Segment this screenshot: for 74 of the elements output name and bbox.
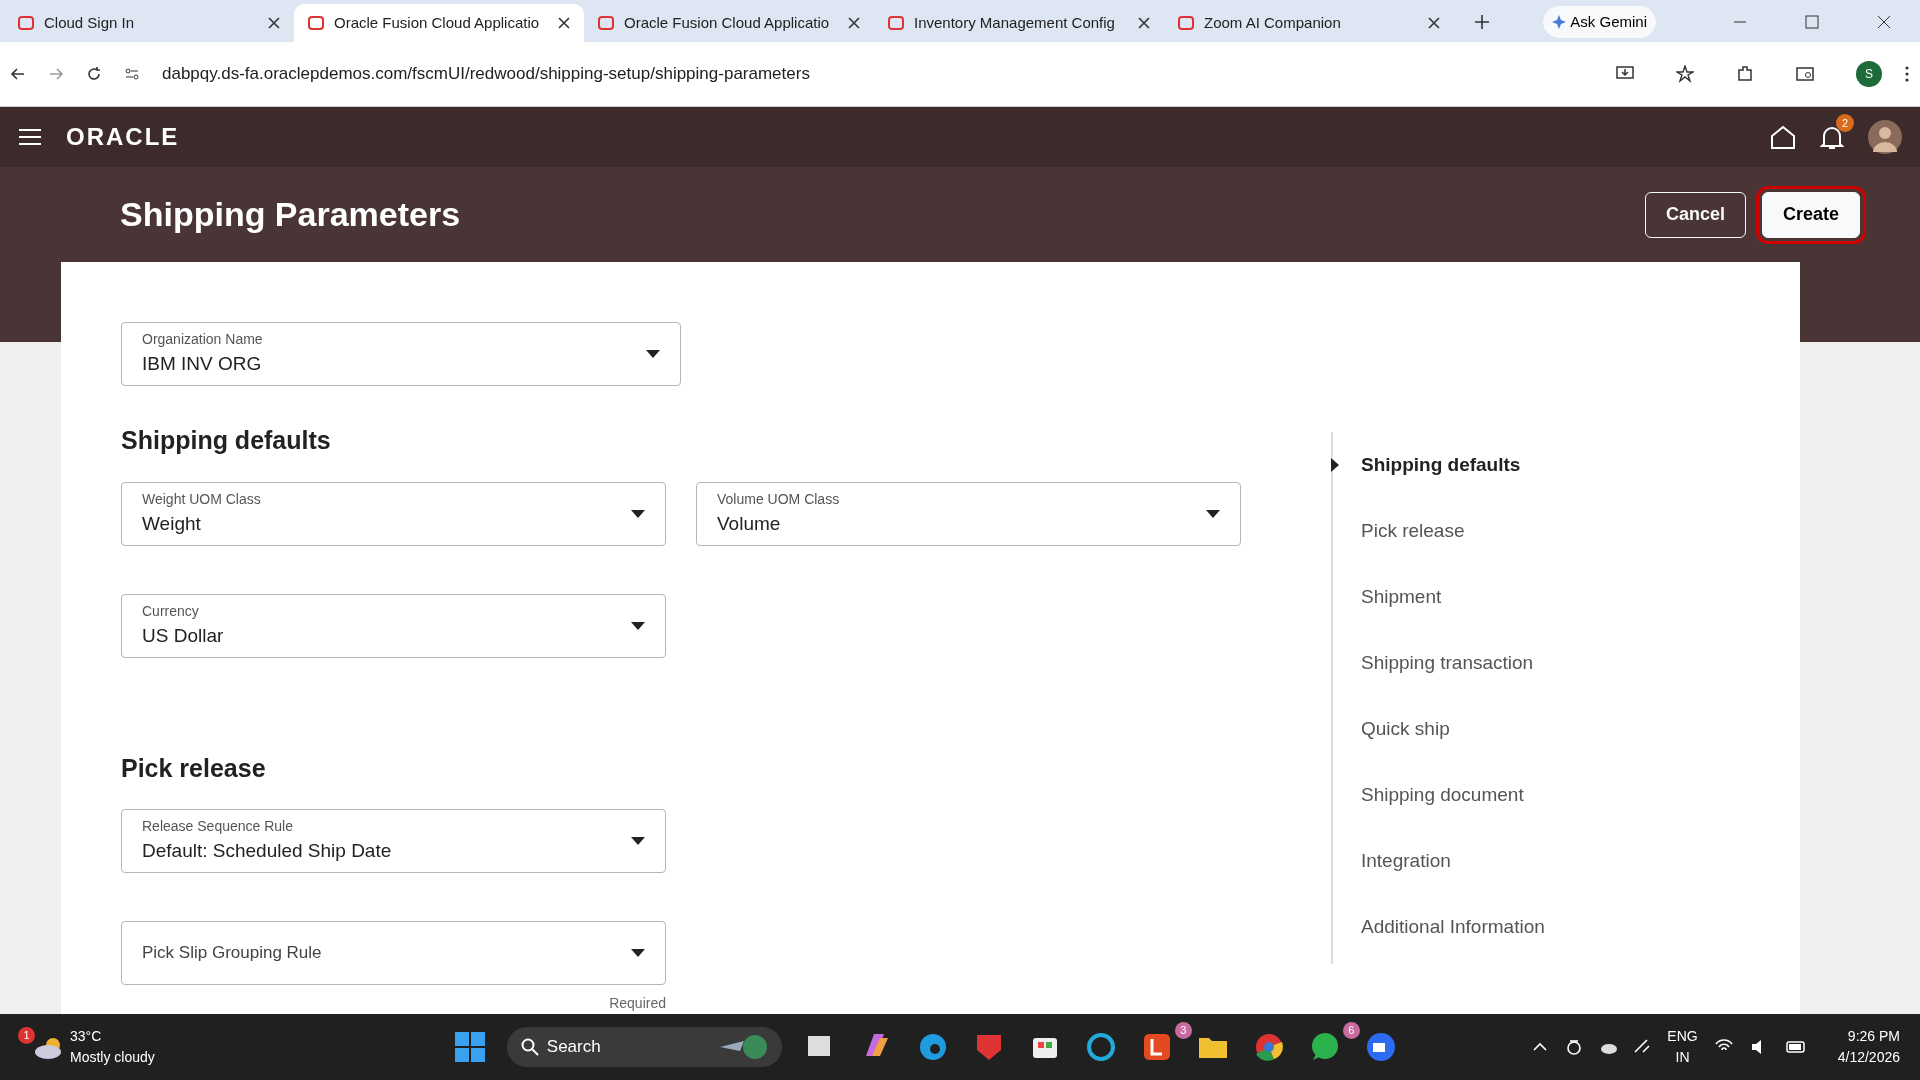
close-icon[interactable] [1428, 17, 1440, 29]
browser-tab[interactable]: Oracle Fusion Cloud Applicatio [584, 4, 874, 42]
site-settings-icon[interactable] [124, 66, 140, 82]
tab-favicon-icon [18, 15, 34, 31]
temperature-text: 33°C [70, 1027, 103, 1046]
tab-favicon-icon [308, 15, 324, 31]
browser-tab[interactable]: Oracle Fusion Cloud Applicatio [294, 4, 584, 42]
user-avatar[interactable] [1868, 120, 1902, 154]
gemini-button[interactable]: Ask Gemini [1543, 5, 1656, 38]
section-nav-link[interactable]: Pick release [1361, 498, 1545, 564]
dropdown-caret-icon [1206, 509, 1220, 518]
section-heading: Shipping defaults [121, 425, 332, 456]
language-indicator[interactable]: ENG IN [1667, 1026, 1698, 1068]
section-nav-link[interactable]: Quick ship [1361, 696, 1545, 762]
section-heading: Pick release [121, 752, 267, 784]
profile-avatar[interactable]: S [1856, 61, 1882, 87]
dropdown-caret-icon [631, 621, 645, 630]
section-nav-link[interactable]: Shipment [1361, 564, 1545, 630]
url-text[interactable]: dabpqy.ds-fa.oraclepdemos.com/fscmUI/redwood/shipping-setup/shipping-parameters [162, 61, 1574, 87]
tab-favicon-icon [598, 15, 614, 31]
browser-tab[interactable]: Cloud Sign In [4, 4, 294, 42]
start-icon[interactable] [454, 1032, 485, 1062]
sync-icon[interactable] [1565, 1038, 1584, 1056]
select-field[interactable]: Organization Name IBM INV ORG [121, 322, 681, 386]
select-field[interactable]: Volume UOM Class Volume [696, 481, 1241, 546]
app-badge: 3 [1174, 1022, 1192, 1039]
weather-badge: 1 [18, 1027, 35, 1044]
clock[interactable]: 9:26 PM 4/12/2026 [1837, 1026, 1900, 1068]
section-nav-link[interactable]: Integration [1361, 828, 1545, 894]
section-nav-link[interactable]: Shipping defaults [1361, 432, 1545, 498]
menu-icon[interactable] [18, 127, 42, 147]
dropdown-caret-icon [631, 509, 645, 518]
select-field[interactable]: Currency US Dollar [121, 593, 666, 658]
browser-tab[interactable]: Inventory Management Config [874, 4, 1164, 42]
weather-text: Mostly cloudy [70, 1048, 155, 1067]
forward-icon[interactable] [48, 66, 64, 82]
close-icon[interactable] [558, 17, 570, 29]
search-field[interactable]: Search [506, 1027, 782, 1067]
close-icon[interactable] [1876, 14, 1892, 30]
section-nav-link[interactable]: Additional Information [1361, 894, 1545, 960]
close-icon[interactable] [848, 17, 860, 29]
close-icon[interactable] [1138, 17, 1150, 29]
section-nav-link[interactable]: Shipping document [1361, 762, 1545, 828]
dropdown-caret-icon [631, 837, 645, 845]
dropdown-caret-icon [646, 350, 660, 358]
weather-icon [34, 1035, 62, 1060]
new-tab-icon[interactable] [1474, 14, 1490, 30]
selected-arrow-icon [1331, 458, 1339, 472]
maximize-icon[interactable] [1804, 14, 1820, 30]
select-field[interactable]: Weight UOM Class Weight [121, 481, 666, 546]
browser-tab[interactable]: Zoom AI Companion [1164, 4, 1454, 42]
bell-icon[interactable] [1820, 124, 1844, 150]
select-field[interactable]: Release Sequence Rule Default: Scheduled Ship Date [121, 809, 666, 873]
more-icon[interactable] [1904, 65, 1910, 83]
dropdown-caret-icon [631, 949, 645, 957]
brand-logo[interactable]: ORACLE [66, 119, 180, 155]
tab-favicon-icon [888, 15, 904, 31]
sidepanel-icon[interactable] [1796, 65, 1814, 83]
sparkle-icon [1552, 14, 1567, 29]
select-field[interactable]: Pick Slip Grouping Rule [121, 921, 666, 985]
extensions-icon[interactable] [1736, 65, 1754, 83]
section-nav-link[interactable]: Shipping transaction [1361, 630, 1545, 696]
star-icon[interactable] [1676, 65, 1694, 83]
home-icon[interactable] [1770, 124, 1796, 150]
page-title: Shipping Parameters [120, 194, 462, 235]
close-icon[interactable] [268, 17, 280, 29]
cancel-button[interactable]: Cancel [1644, 191, 1746, 238]
back-icon[interactable] [10, 66, 26, 82]
app-badge: 6 [1342, 1022, 1360, 1039]
tab-favicon-icon [1178, 15, 1194, 31]
helper-text: Required [608, 994, 666, 1013]
reload-icon[interactable] [86, 66, 102, 82]
notification-badge: 2 [1836, 114, 1854, 132]
search-icon [520, 1038, 539, 1056]
